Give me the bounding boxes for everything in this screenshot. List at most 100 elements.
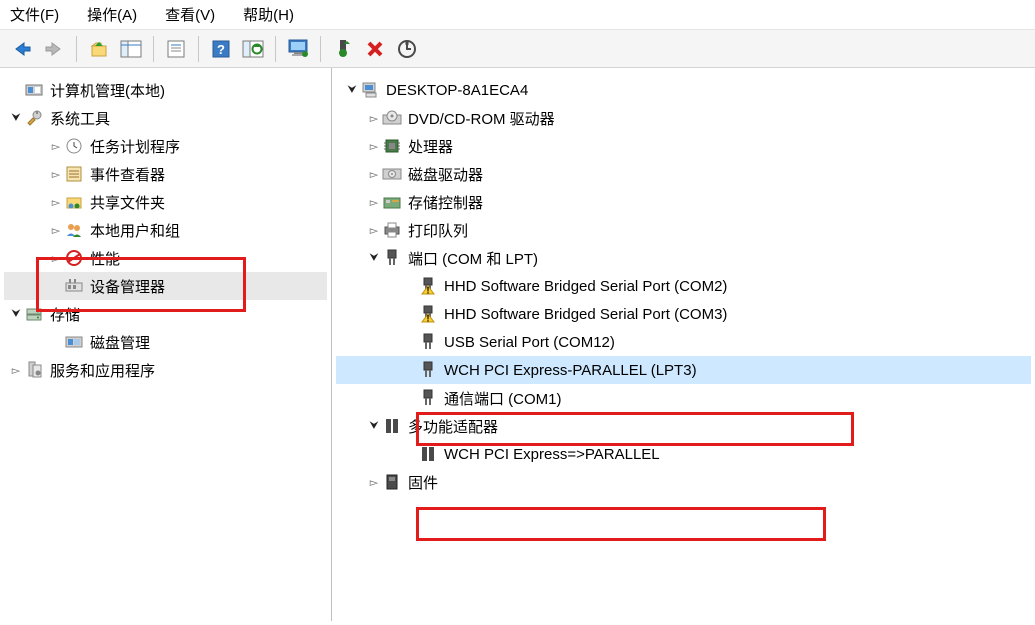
refresh-button[interactable] — [239, 35, 267, 63]
users-icon — [64, 220, 84, 240]
right-tree-pane: ⮟ DESKTOP-8A1ECA4 ▻ DVD/CD-ROM 驱动器 ▻ 处理器… — [332, 68, 1035, 621]
multifunction-icon — [418, 444, 438, 464]
expander-icon[interactable]: ▻ — [366, 110, 382, 126]
expander-icon[interactable]: ▻ — [366, 166, 382, 182]
uninstall-button[interactable] — [361, 35, 389, 63]
tree-disk-mgmt[interactable]: 磁盘管理 — [4, 328, 327, 356]
port-warning-icon: ! — [418, 276, 438, 296]
svg-text:!: ! — [427, 286, 430, 296]
tree-task-scheduler[interactable]: ▻ 任务计划程序 — [4, 132, 327, 160]
storage-icon — [24, 304, 44, 324]
highlight-box — [416, 507, 826, 541]
expander-icon[interactable]: ▻ — [366, 194, 382, 210]
separator — [76, 36, 77, 62]
printer-icon — [382, 220, 402, 240]
device-label: WCH PCI Express-PARALLEL (LPT3) — [442, 362, 697, 379]
scan-button[interactable] — [393, 35, 421, 63]
device-storage-controllers[interactable]: ▻ 存储控制器 — [336, 188, 1031, 216]
device-port-com2[interactable]: ! HHD Software Bridged Serial Port (COM2… — [336, 272, 1031, 300]
menu-help[interactable]: 帮助(H) — [243, 4, 294, 25]
expander-icon[interactable]: ⮟ — [366, 418, 382, 434]
tree-device-manager[interactable]: 设备管理器 — [4, 272, 327, 300]
device-computer[interactable]: ⮟ DESKTOP-8A1ECA4 — [336, 76, 1031, 104]
device-label: 磁盘驱动器 — [406, 164, 483, 185]
device-wch-parallel[interactable]: WCH PCI Express=>PARALLEL — [336, 440, 1031, 468]
device-dvd[interactable]: ▻ DVD/CD-ROM 驱动器 — [336, 104, 1031, 132]
device-label: 存储控制器 — [406, 192, 483, 213]
device-label: HHD Software Bridged Serial Port (COM3) — [442, 306, 727, 323]
help-button[interactable]: ? — [207, 35, 235, 63]
device-ports[interactable]: ⮟ 端口 (COM 和 LPT) — [336, 244, 1031, 272]
expander-icon[interactable]: ▻ — [48, 222, 64, 238]
device-label: 多功能适配器 — [406, 416, 498, 437]
expander-icon[interactable]: ⮟ — [366, 250, 382, 266]
back-button[interactable] — [8, 35, 36, 63]
expander-icon[interactable]: ▻ — [48, 250, 64, 266]
tree-label: 设备管理器 — [88, 276, 165, 297]
monitor-button[interactable] — [284, 35, 312, 63]
menu-action[interactable]: 操作(A) — [87, 4, 137, 25]
menu-file[interactable]: 文件(F) — [10, 4, 59, 25]
tree-label: 任务计划程序 — [88, 136, 180, 157]
expander-icon[interactable]: ⮟ — [8, 306, 24, 322]
expander-icon[interactable]: ▻ — [8, 362, 24, 378]
tree-local-users[interactable]: ▻ 本地用户和组 — [4, 216, 327, 244]
device-label: DESKTOP-8A1ECA4 — [384, 82, 528, 99]
firmware-icon — [382, 472, 402, 492]
tree-services[interactable]: ▻ 服务和应用程序 — [4, 356, 327, 384]
tree-label: 本地用户和组 — [88, 220, 180, 241]
tree-shared-folders[interactable]: ▻ 共享文件夹 — [4, 188, 327, 216]
add-hardware-button[interactable] — [329, 35, 357, 63]
expander-icon[interactable]: ⮟ — [344, 82, 360, 98]
expander-icon[interactable]: ▻ — [366, 474, 382, 490]
cpu-icon — [382, 136, 402, 156]
expander-icon[interactable]: ▻ — [366, 138, 382, 154]
port-icon — [418, 388, 438, 408]
expander-icon[interactable]: ▻ — [48, 138, 64, 154]
tree-label: 服务和应用程序 — [48, 360, 155, 381]
show-hide-tree-button[interactable] — [117, 35, 145, 63]
device-port-com1[interactable]: 通信端口 (COM1) — [336, 384, 1031, 412]
expander-icon[interactable]: ▻ — [366, 222, 382, 238]
port-warning-icon: ! — [418, 304, 438, 324]
tree-root-computer-mgmt[interactable]: 计算机管理(本地) — [4, 76, 327, 104]
properties-button[interactable] — [162, 35, 190, 63]
toolbar: ? — [0, 30, 1035, 68]
device-label: 通信端口 (COM1) — [442, 388, 562, 409]
device-label: 打印队列 — [406, 220, 468, 241]
tree-label: 系统工具 — [48, 108, 110, 129]
tree-sys-tools[interactable]: ⮟ 系统工具 — [4, 104, 327, 132]
dvd-icon — [382, 108, 402, 128]
expander-icon[interactable]: ⮟ — [8, 110, 24, 126]
device-disk-drives[interactable]: ▻ 磁盘驱动器 — [336, 160, 1031, 188]
device-manager-icon — [64, 276, 84, 296]
tree-performance[interactable]: ▻ 性能 — [4, 244, 327, 272]
event-viewer-icon — [64, 164, 84, 184]
device-port-lpt3[interactable]: WCH PCI Express-PARALLEL (LPT3) — [336, 356, 1031, 384]
services-icon — [24, 360, 44, 380]
computer-mgmt-icon — [24, 80, 44, 100]
expander-icon[interactable]: ▻ — [48, 194, 64, 210]
disk-icon — [64, 332, 84, 352]
storage-ctrl-icon — [382, 192, 402, 212]
tree-label: 事件查看器 — [88, 164, 165, 185]
expander-icon[interactable]: ▻ — [48, 166, 64, 182]
left-tree-pane: 计算机管理(本地) ⮟ 系统工具 ▻ 任务计划程序 ▻ 事件查看器 ▻ 共享文件… — [0, 68, 332, 621]
main-area: 计算机管理(本地) ⮟ 系统工具 ▻ 任务计划程序 ▻ 事件查看器 ▻ 共享文件… — [0, 68, 1035, 621]
tree-storage-group[interactable]: ⮟ 存储 — [4, 300, 327, 328]
up-button[interactable] — [85, 35, 113, 63]
device-print-queue[interactable]: ▻ 打印队列 — [336, 216, 1031, 244]
device-port-usb-serial[interactable]: USB Serial Port (COM12) — [336, 328, 1031, 356]
menu-view[interactable]: 查看(V) — [165, 4, 215, 25]
device-firmware[interactable]: ▻ 固件 — [336, 468, 1031, 496]
tree-event-viewer[interactable]: ▻ 事件查看器 — [4, 160, 327, 188]
device-multifunction-adapter[interactable]: ⮟ 多功能适配器 — [336, 412, 1031, 440]
device-port-com3[interactable]: ! HHD Software Bridged Serial Port (COM3… — [336, 300, 1031, 328]
separator — [198, 36, 199, 62]
device-label: 处理器 — [406, 136, 453, 157]
forward-button[interactable] — [40, 35, 68, 63]
tree-label: 计算机管理(本地) — [48, 80, 165, 101]
tools-icon — [24, 108, 44, 128]
device-cpu[interactable]: ▻ 处理器 — [336, 132, 1031, 160]
tree-label: 性能 — [88, 248, 120, 269]
